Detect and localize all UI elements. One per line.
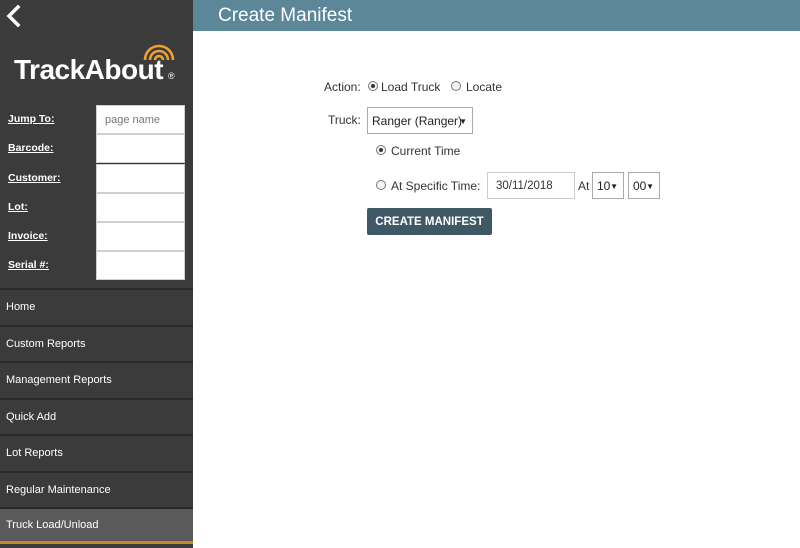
back-button[interactable] xyxy=(3,2,25,30)
action-label: Action: xyxy=(324,80,361,94)
at-label: At xyxy=(578,179,590,193)
load-truck-radio[interactable] xyxy=(368,81,378,91)
sidebar-item-quick-add[interactable]: Quick Add xyxy=(0,397,193,434)
jump-to-input[interactable] xyxy=(96,105,185,134)
specific-time-label[interactable]: At Specific Time: xyxy=(391,179,480,193)
locate-label[interactable]: Locate xyxy=(466,80,502,94)
serial-label[interactable]: Serial #: xyxy=(8,259,49,271)
lot-label[interactable]: Lot: xyxy=(8,201,28,213)
sidebar-item-lot-reports[interactable]: Lot Reports xyxy=(0,434,193,471)
hour-select[interactable]: 10 ▼ xyxy=(592,172,624,199)
lot-row: Lot: xyxy=(0,192,193,222)
sidebar: TrackAbout ® Jump To: Barcode: Customer:… xyxy=(0,0,193,548)
minute-select-value: 00 xyxy=(633,178,647,193)
load-truck-label[interactable]: Load Truck xyxy=(381,80,440,94)
barcode-input[interactable] xyxy=(96,134,185,164)
dropdown-caret-icon: ▼ xyxy=(610,182,618,191)
sidebar-item-home[interactable]: Home xyxy=(0,288,193,325)
trackabout-logo: TrackAbout ® xyxy=(12,40,182,92)
jump-to-label[interactable]: Jump To: xyxy=(8,113,54,125)
lot-input[interactable] xyxy=(96,192,185,222)
barcode-label[interactable]: Barcode: xyxy=(8,142,54,154)
truck-select-value: Ranger (Ranger) xyxy=(372,113,463,128)
current-time-label[interactable]: Current Time xyxy=(391,144,460,158)
sidebar-nav: Home Custom Reports Management Reports Q… xyxy=(0,288,193,544)
sidebar-item-truck-load-unload[interactable]: Truck Load/Unload xyxy=(0,507,193,544)
barcode-row: Barcode: xyxy=(0,134,193,164)
hour-select-value: 10 xyxy=(597,178,611,193)
date-input[interactable] xyxy=(487,172,575,199)
locate-radio[interactable] xyxy=(451,81,461,91)
serial-row: Serial #: xyxy=(0,251,193,281)
logo-text: TrackAbout xyxy=(14,54,164,85)
create-manifest-button[interactable]: CREATE MANIFEST xyxy=(367,208,492,235)
dropdown-caret-icon: ▼ xyxy=(646,182,654,191)
sidebar-item-custom-reports[interactable]: Custom Reports xyxy=(0,324,193,361)
page-header: Create Manifest xyxy=(193,0,800,31)
dropdown-caret-icon: ▼ xyxy=(459,117,467,126)
customer-row: Customer: xyxy=(0,163,193,193)
customer-input[interactable] xyxy=(96,163,185,193)
customer-label[interactable]: Customer: xyxy=(8,172,61,184)
truck-select[interactable]: Ranger (Ranger) ▼ xyxy=(367,107,473,134)
logo-registered-mark: ® xyxy=(168,71,175,81)
sidebar-item-regular-maintenance[interactable]: Regular Maintenance xyxy=(0,470,193,507)
invoice-label[interactable]: Invoice: xyxy=(8,230,48,242)
chevron-left-icon xyxy=(6,5,21,27)
minute-select[interactable]: 00 ▼ xyxy=(628,172,660,199)
jump-to-row: Jump To: xyxy=(0,105,193,134)
quick-jump-fields: Jump To: Barcode: Customer: Lot: Invoice… xyxy=(0,105,193,281)
create-manifest-form: Action: Load Truck Locate Truck: Ranger … xyxy=(193,31,800,548)
truck-label: Truck: xyxy=(328,113,361,127)
specific-time-radio[interactable] xyxy=(376,180,386,190)
page-title: Create Manifest xyxy=(218,5,353,26)
serial-input[interactable] xyxy=(96,251,185,281)
invoice-input[interactable] xyxy=(96,222,185,252)
sidebar-item-management-reports[interactable]: Management Reports xyxy=(0,361,193,398)
invoice-row: Invoice: xyxy=(0,222,193,252)
current-time-radio[interactable] xyxy=(376,145,386,155)
